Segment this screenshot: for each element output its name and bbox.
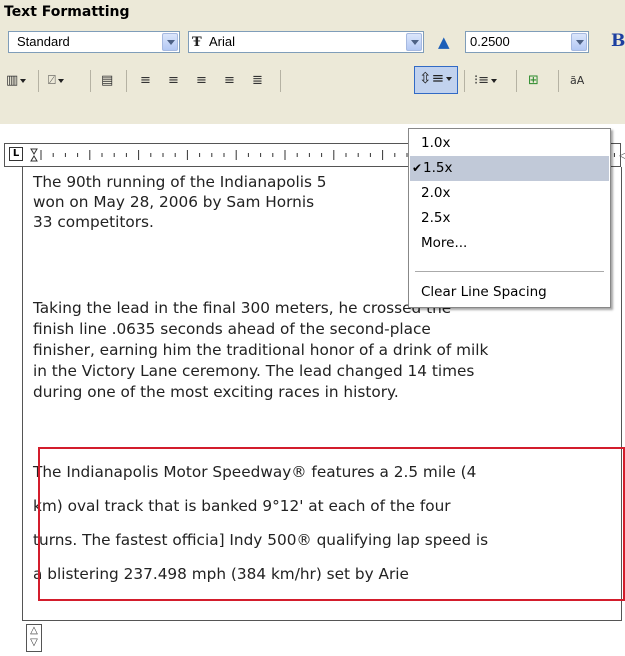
toolbar-separator bbox=[126, 70, 127, 92]
hanging-indent-icon bbox=[30, 155, 38, 162]
distribute-icon[interactable]: ≣ bbox=[252, 69, 263, 93]
toolbar-title: Text Formatting bbox=[4, 4, 130, 20]
style-select-value: Standard bbox=[17, 34, 70, 49]
numbering-icon[interactable]: ⁝≡ bbox=[474, 69, 498, 93]
menu-separator bbox=[415, 271, 604, 272]
justify-icon[interactable]: ≡ bbox=[224, 69, 235, 93]
menu-item-more[interactable]: More... bbox=[410, 231, 609, 256]
align-left-icon[interactable]: ≡ bbox=[140, 69, 151, 93]
highlight-box bbox=[38, 447, 625, 601]
justification-icon[interactable]: ⍁ bbox=[48, 69, 64, 93]
menu-item-1-0x[interactable]: 1.0x bbox=[410, 131, 609, 156]
paragraph-row: ▥ ⍁ ▤ ≡ ≡ ≡ ≡ ≣ ⇳≡ ⁝≡ ⊞ ãA bbox=[4, 66, 625, 98]
align-right-icon[interactable]: ≡ bbox=[196, 69, 207, 93]
toolbar-separator bbox=[464, 70, 465, 92]
font-select[interactable]: Ŧ Arial bbox=[188, 31, 424, 53]
style-select[interactable]: Standard bbox=[8, 31, 180, 53]
line-spacing-button[interactable]: ⇳≡ bbox=[414, 66, 458, 94]
font-dropdown-arrow[interactable] bbox=[406, 33, 422, 51]
menu-item-2-5x[interactable]: 2.5x bbox=[410, 206, 609, 231]
ruler-end-icon[interactable]: ◁ bbox=[619, 148, 625, 162]
menu-item-1-5x[interactable]: ✔ 1.5x bbox=[410, 156, 609, 181]
text-line: finish line .0635 seconds ahead of the s… bbox=[33, 320, 431, 338]
indent-marker-icon bbox=[30, 148, 38, 155]
text-line: won on May 28, 2006 by Sam Hornis bbox=[33, 193, 315, 211]
style-dropdown-arrow[interactable] bbox=[162, 33, 178, 51]
text-line: in the Victory Lane ceremony. The lead c… bbox=[33, 362, 475, 380]
text-line: 33 competitors. bbox=[33, 213, 154, 231]
paragraph-1: The 90th running of the Indianapolis 5 w… bbox=[33, 172, 327, 232]
text-line: during one of the most exciting races in… bbox=[33, 383, 399, 401]
toolbar-separator bbox=[558, 70, 559, 92]
tab-marker-button[interactable]: L bbox=[9, 147, 23, 161]
truetype-font-icon: Ŧ bbox=[192, 35, 202, 50]
toolbar-separator bbox=[280, 70, 281, 92]
menu-item-clear-line-spacing[interactable]: Clear Line Spacing bbox=[410, 280, 609, 305]
height-dropdown-arrow[interactable] bbox=[571, 33, 587, 51]
align-center-icon[interactable]: ≡ bbox=[168, 69, 179, 93]
toolbar-separator bbox=[38, 70, 39, 92]
paragraph-2: Taking the lead in the final 300 meters,… bbox=[33, 298, 488, 403]
toolbar-separator bbox=[90, 70, 91, 92]
uppercase-icon[interactable]: ãA bbox=[570, 69, 584, 93]
line-spacing-menu: 1.0x ✔ 1.5x 2.0x 2.5x More... Clear Line… bbox=[408, 128, 611, 308]
bold-button[interactable]: B bbox=[611, 31, 625, 51]
menu-item-2-0x[interactable]: 2.0x bbox=[410, 181, 609, 206]
insert-field-icon[interactable]: ⊞ bbox=[528, 69, 539, 93]
columns-icon[interactable]: ▥ bbox=[6, 69, 27, 93]
text-line: The 90th running of the Indianapolis 5 bbox=[33, 173, 327, 191]
formatting-row: Standard Ŧ Arial ▲ 0.2500 B bbox=[8, 29, 625, 59]
text-height-value: 0.2500 bbox=[470, 34, 510, 49]
font-select-value: Arial bbox=[209, 34, 236, 49]
resize-handle[interactable]: △ ▽ bbox=[26, 624, 42, 652]
checkmark-icon: ✔ bbox=[412, 161, 423, 175]
text-formatting-toolbar: Text Formatting Standard Ŧ Arial ▲ 0.250… bbox=[0, 0, 625, 124]
text-line: finisher, earning him the traditional ho… bbox=[33, 341, 489, 359]
toolbar-separator bbox=[516, 70, 517, 92]
paragraph-icon[interactable]: ▤ bbox=[101, 69, 113, 93]
line-spacing-icon: ⇳≡ bbox=[419, 69, 453, 87]
annotative-icon[interactable]: ▲ bbox=[438, 33, 450, 51]
text-height-select[interactable]: 0.2500 bbox=[465, 31, 589, 53]
